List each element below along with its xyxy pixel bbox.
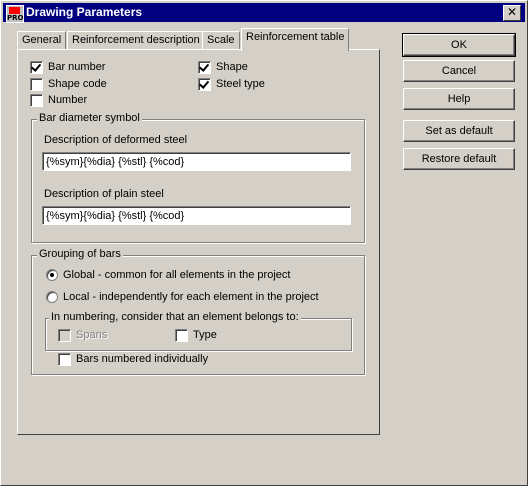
type-checkbox[interactable] [175, 329, 188, 342]
close-icon: ✕ [506, 5, 518, 19]
tab-reinforcement-description[interactable]: Reinforcement description [67, 31, 205, 50]
cancel-button[interactable]: Cancel [403, 60, 515, 82]
spans-label: Spans [76, 329, 108, 341]
tab-scale[interactable]: Scale [202, 31, 240, 50]
local-label: Local - independently for each element i… [63, 291, 319, 303]
plain-steel-input[interactable] [42, 206, 351, 225]
steel-type-checkbox[interactable] [198, 78, 211, 91]
dialog-window: PRO Drawing Parameters ✕ General Reinfor… [0, 0, 528, 486]
bar-number-label: Bar number [48, 61, 106, 73]
bars-numbered-individually-label: Bars numbered individually [76, 353, 209, 365]
deformed-steel-label: Description of deformed steel [44, 134, 188, 146]
steel-type-label: Steel type [216, 78, 265, 90]
bars-numbered-individually-checkbox[interactable] [58, 353, 71, 366]
window-title: Drawing Parameters [26, 5, 143, 19]
tab-general[interactable]: General [17, 31, 67, 50]
app-icon: PRO [6, 5, 24, 23]
bar-diameter-title: Bar diameter symbol [37, 112, 142, 125]
ok-button[interactable]: OK [402, 33, 516, 57]
shape-checkbox[interactable] [198, 61, 211, 74]
local-radio[interactable] [46, 291, 58, 303]
shape-code-checkbox[interactable] [30, 78, 43, 91]
grouping-title: Grouping of bars [37, 248, 123, 261]
close-button[interactable]: ✕ [503, 5, 521, 21]
deformed-steel-input[interactable] [42, 152, 351, 171]
shape-label: Shape [216, 61, 248, 73]
global-label: Global - common for all elements in the … [63, 269, 291, 281]
number-label: Number [48, 94, 88, 106]
spans-checkbox[interactable] [58, 329, 71, 342]
numbering-title: In numbering, consider that an element b… [49, 311, 301, 324]
restore-default-button[interactable]: Restore default [403, 148, 515, 170]
number-checkbox[interactable] [30, 94, 43, 107]
shape-code-label: Shape code [48, 78, 107, 90]
help-button[interactable]: Help [403, 88, 515, 110]
global-radio[interactable] [46, 269, 58, 281]
set-as-default-button[interactable]: Set as default [403, 120, 515, 142]
tab-reinforcement-table[interactable]: Reinforcement table [241, 28, 350, 51]
type-label: Type [193, 329, 217, 341]
plain-steel-label: Description of plain steel [44, 188, 164, 200]
bar-number-checkbox[interactable] [30, 61, 43, 74]
title-bar[interactable]: PRO Drawing Parameters ✕ [3, 3, 525, 23]
